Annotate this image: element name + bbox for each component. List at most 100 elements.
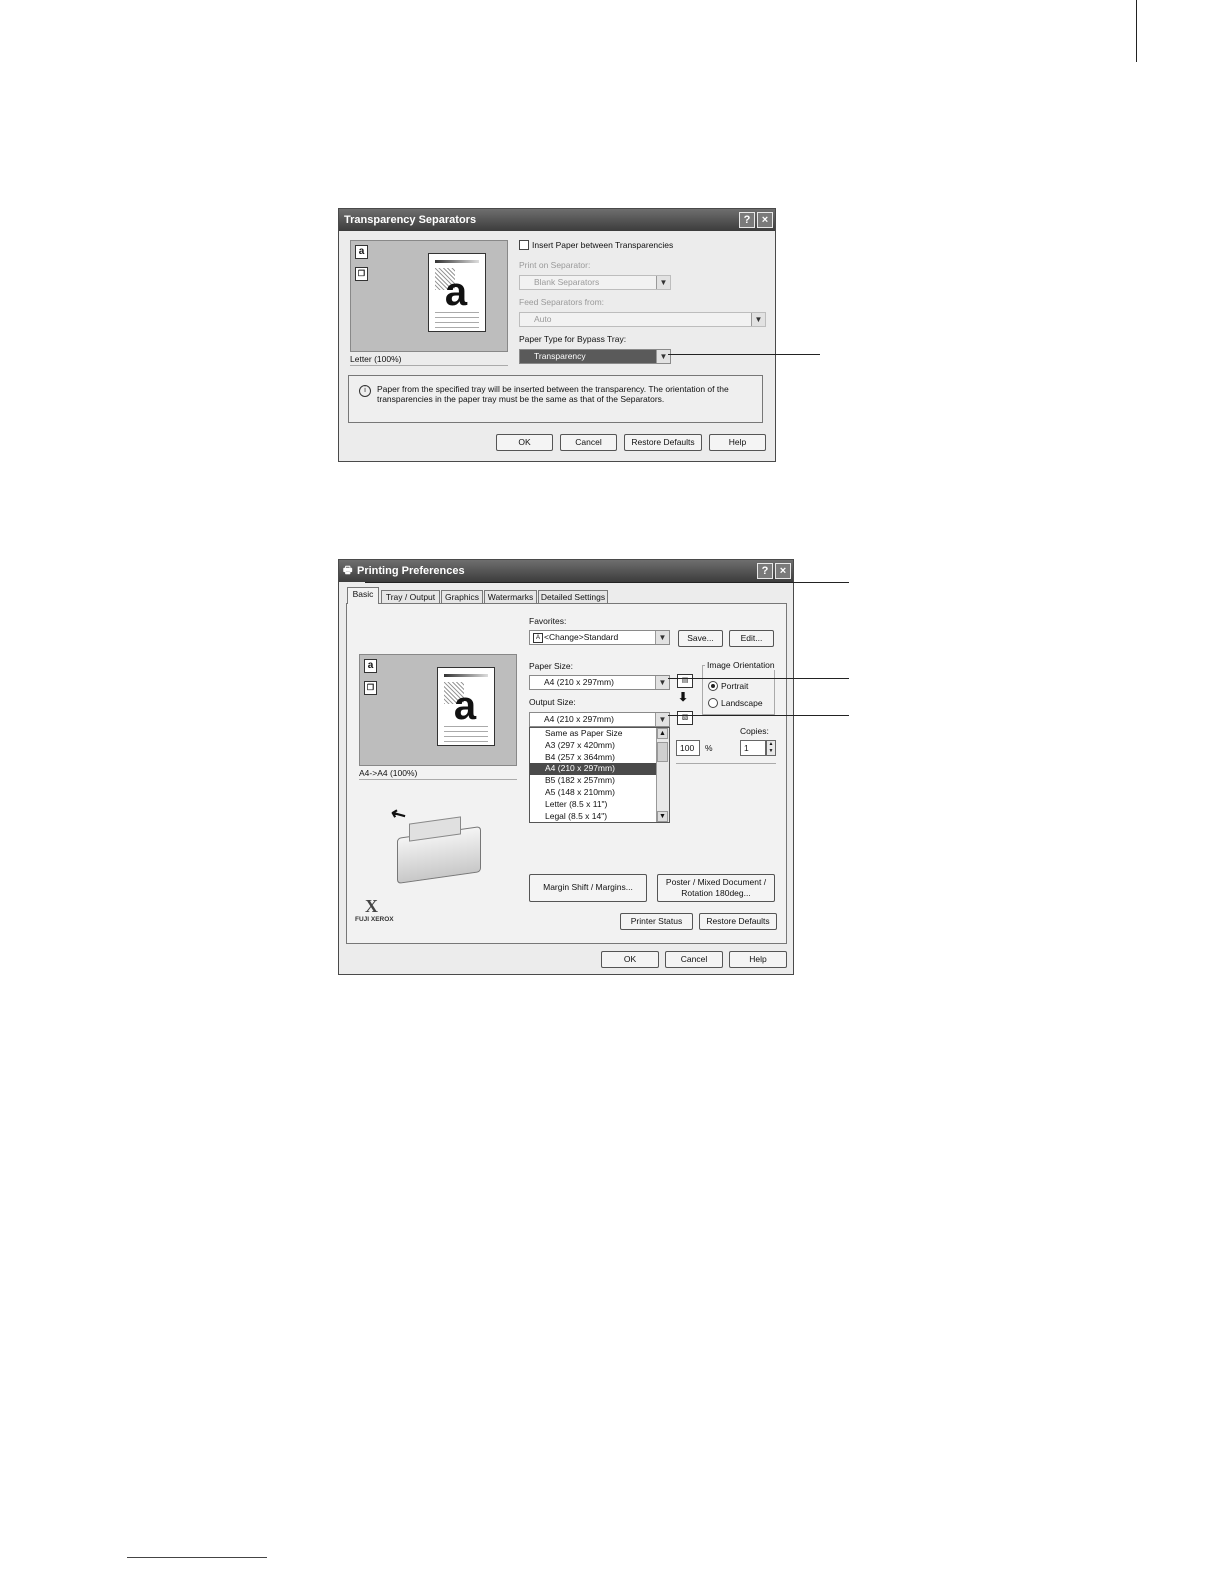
tab-graphics[interactable]: Graphics [441, 590, 483, 604]
copies-input[interactable]: 1 [740, 740, 766, 756]
xerox-logo-icon: X [365, 896, 378, 916]
dropdown-option[interactable]: Legal (8.5 x 14") [530, 811, 669, 822]
favorites-icon: A [533, 633, 543, 643]
cancel-button[interactable]: Cancel [560, 434, 617, 451]
tab-detailed-settings[interactable]: Detailed Settings [538, 590, 608, 604]
printer-icon: 🖶 [343, 565, 353, 576]
dropdown-option[interactable]: B5 (182 x 257mm) [530, 775, 669, 787]
callout-line-basic-tab [365, 582, 849, 583]
paper-icon: a [355, 245, 368, 259]
close-button[interactable]: × [775, 563, 791, 579]
dropdown-option[interactable]: Letter (8.5 x 11") [530, 799, 669, 811]
print-on-label: Print on Separator: [519, 260, 591, 270]
arrow-icon: ↖ [386, 801, 410, 827]
title-bar: 🖶 Printing Preferences [339, 560, 793, 582]
paper-size-select[interactable]: A4 (210 x 297mm) ▼ [529, 675, 670, 690]
callout-line-paper-size [668, 678, 849, 679]
ok-button[interactable]: OK [496, 434, 553, 451]
help-title-button[interactable]: ? [757, 563, 773, 579]
printer-status-button[interactable]: Printer Status [620, 913, 693, 930]
copies-label: Copies: [740, 726, 769, 736]
preview-letter: a [453, 684, 477, 728]
dropdown-option[interactable]: Same as Paper Size [530, 728, 669, 740]
preview-letter: a [444, 270, 468, 314]
stack-icon: ❐ [364, 681, 377, 695]
chevron-down-icon: ▼ [751, 313, 765, 326]
landscape-radio[interactable] [708, 698, 718, 708]
printing-preferences-dialog: 🖶 Printing Preferences ? × Basic Tray / … [338, 559, 794, 975]
ok-button[interactable]: OK [601, 951, 659, 968]
help-title-button[interactable]: ? [739, 212, 755, 228]
callout-line-paper-type [668, 354, 820, 355]
landscape-label: Landscape [721, 698, 763, 708]
scroll-thumb[interactable] [657, 742, 668, 762]
copies-stepper[interactable]: ▲ ▼ [766, 740, 776, 756]
zoom-unit: % [705, 743, 713, 753]
edit-button[interactable]: Edit... [729, 630, 774, 647]
preview-pane: a ❐ a [350, 240, 508, 352]
help-button[interactable]: Help [709, 434, 766, 451]
restore-defaults-button[interactable]: Restore Defaults [624, 434, 702, 451]
image-orientation-label: Image Orientation [705, 660, 777, 670]
chevron-down-icon: ▼ [655, 676, 669, 689]
tab-watermarks[interactable]: Watermarks [484, 590, 537, 604]
scroll-up-icon[interactable]: ▲ [657, 728, 668, 739]
chevron-down-icon: ▼ [656, 350, 670, 363]
feed-from-select[interactable]: Auto ▼ [519, 312, 766, 327]
output-size-dropdown-list[interactable]: Same as Paper Size A3 (297 x 420mm) B4 (25… [529, 727, 670, 823]
info-text: Paper from the specified tray will be in… [377, 384, 729, 404]
chevron-down-icon: ▼ [655, 713, 669, 726]
paper-type-select[interactable]: Transparency ▼ [519, 349, 671, 364]
favorites-label: Favorites: [529, 616, 567, 626]
output-paper-icon: ▧ [677, 711, 693, 725]
info-box: i Paper from the specified tray will be … [348, 375, 763, 423]
title-bar: Transparency Separators [339, 209, 775, 231]
footer-rule [127, 1557, 267, 1558]
dropdown-scrollbar[interactable]: ▲ ▼ [656, 728, 669, 822]
dropdown-option[interactable]: B4 (257 x 364mm) [530, 752, 669, 764]
favorites-select[interactable]: A <Change>Standard ▼ [529, 630, 670, 645]
portrait-radio[interactable] [708, 681, 718, 691]
poster-mixed-document-button[interactable]: Poster / Mixed Document / Rotation 180de… [657, 874, 775, 902]
page-preview: a [437, 667, 495, 746]
preview-caption: Letter (100%) [350, 354, 402, 364]
transparency-separators-dialog: Transparency Separators ? × a ❐ a Letter… [338, 208, 776, 462]
restore-defaults-button[interactable]: Restore Defaults [699, 913, 777, 930]
insert-paper-checkbox[interactable] [519, 240, 529, 250]
paper-type-label: Paper Type for Bypass Tray: [519, 334, 627, 344]
page-preview: a [428, 253, 486, 332]
cancel-button[interactable]: Cancel [665, 951, 723, 968]
portrait-label: Portrait [721, 681, 749, 691]
paper-tray-icon: ▤ [677, 674, 693, 688]
save-button[interactable]: Save... [678, 630, 723, 647]
output-size-label: Output Size: [529, 697, 576, 707]
print-on-select[interactable]: Blank Separators ▼ [519, 275, 671, 290]
paper-size-label: Paper Size: [529, 661, 573, 671]
dialog-title: Printing Preferences [357, 565, 465, 577]
stack-icon: ❐ [355, 267, 368, 281]
dropdown-option[interactable]: A5 (148 x 210mm) [530, 787, 669, 799]
printer-illustration: ↖ [386, 801, 487, 884]
tab-tray-output[interactable]: Tray / Output [381, 590, 440, 604]
chevron-down-icon: ▼ [656, 276, 670, 289]
brand-text: FUJI XEROX [355, 916, 394, 923]
margin-shift-button[interactable]: Margin Shift / Margins... [529, 874, 647, 902]
feed-from-label: Feed Separators from: [519, 297, 605, 307]
info-icon: i [359, 385, 371, 397]
preview-pane: a ❐ a [359, 654, 517, 766]
callout-line-output-size [668, 715, 849, 716]
insert-paper-label: Insert Paper between Transparencies [532, 240, 674, 250]
help-button[interactable]: Help [729, 951, 787, 968]
dropdown-option[interactable]: A3 (297 x 420mm) [530, 740, 669, 752]
page-edge-line [1136, 0, 1137, 62]
tab-basic[interactable]: Basic [347, 587, 379, 604]
output-size-select[interactable]: A4 (210 x 297mm) ▼ [529, 712, 670, 727]
zoom-input[interactable]: 100 [676, 740, 700, 756]
scroll-down-icon[interactable]: ▼ [657, 811, 668, 822]
close-button[interactable]: × [757, 212, 773, 228]
preview-caption: A4->A4 (100%) [359, 768, 418, 778]
dropdown-option[interactable]: A4 (210 x 297mm) [530, 763, 669, 776]
basic-tab-panel: a ❐ a A4->A4 (100%) ↖ X FUJI XEROX Favor… [346, 603, 787, 944]
paper-icon: a [364, 659, 377, 673]
down-arrow-icon: ⬇ [678, 690, 689, 704]
